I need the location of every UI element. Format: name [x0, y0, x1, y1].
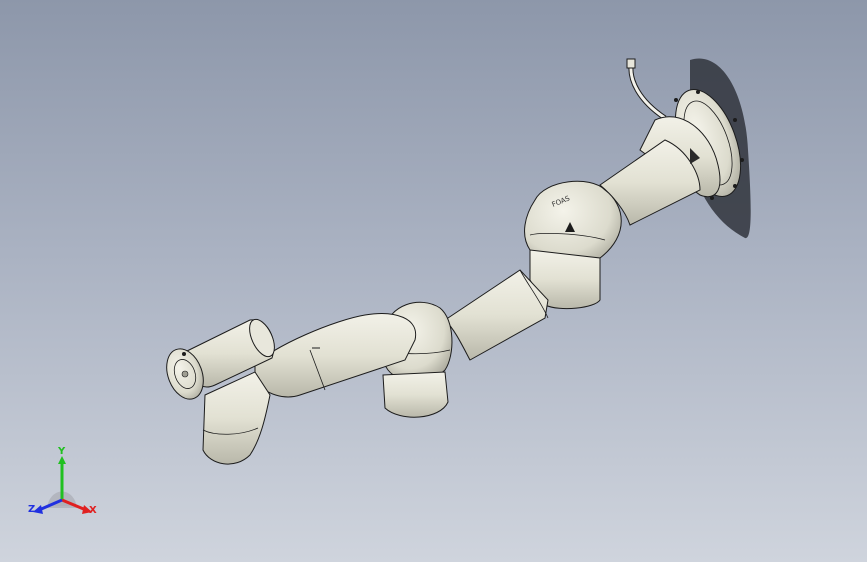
graphics-viewport[interactable]: FOAS Y X Z [0, 0, 867, 562]
triad-graphic [33, 456, 92, 514]
forearm-link [444, 269, 549, 361]
robot-arm-model[interactable]: FOAS [0, 0, 867, 562]
orientation-triad[interactable]: Y X Z [22, 446, 112, 528]
z-axis-label: Z [28, 504, 36, 515]
power-cable [626, 58, 667, 121]
x-axis-label: X [89, 505, 97, 516]
y-axis-label: Y [58, 446, 66, 457]
